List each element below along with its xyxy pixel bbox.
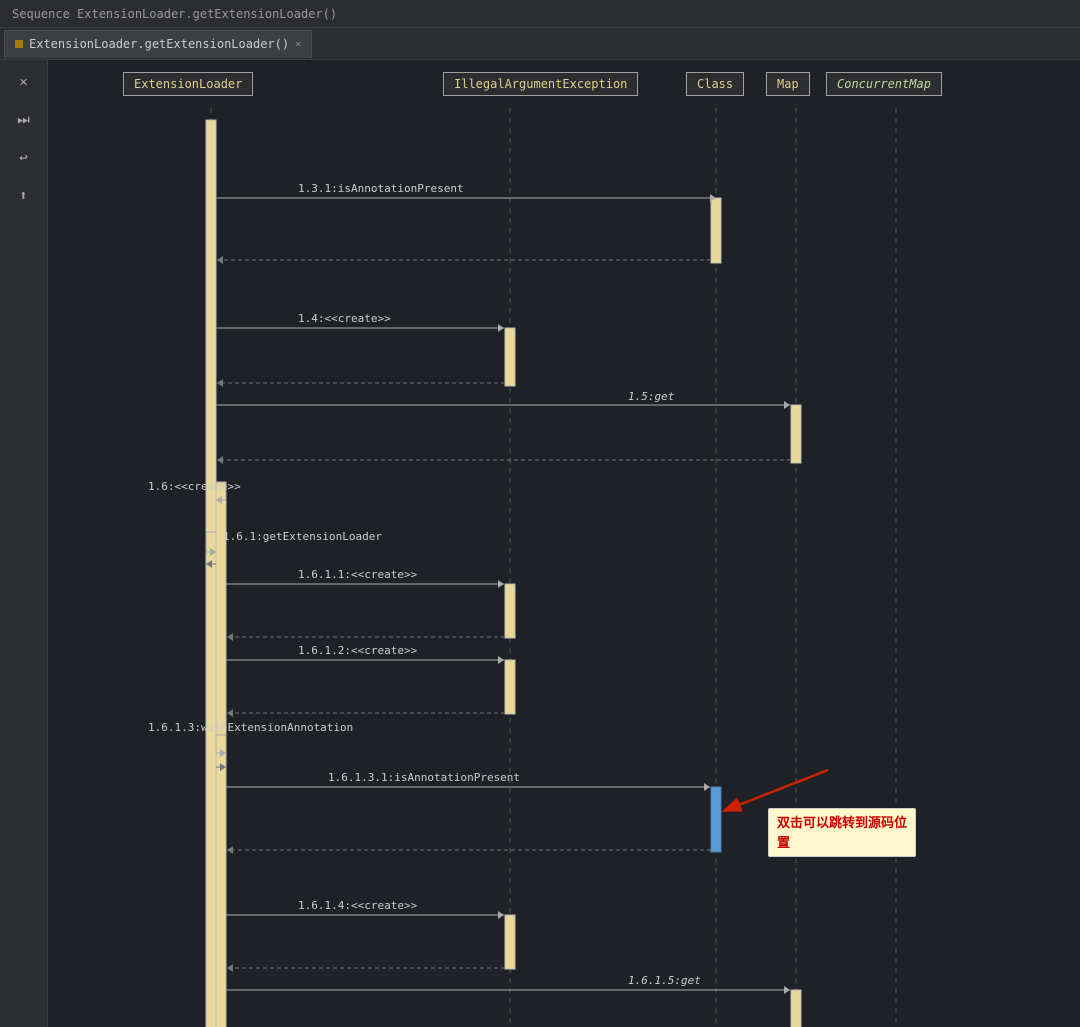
tab-bar: ExtensionLoader.getExtensionLoader() ×: [0, 28, 1080, 60]
lifeline-label: ExtensionLoader: [134, 77, 242, 91]
lifeline-label: Class: [697, 77, 733, 91]
tab-label: ExtensionLoader.getExtensionLoader(): [29, 37, 289, 51]
lifeline-header-extension-loader[interactable]: ExtensionLoader: [123, 72, 253, 96]
sidebar: ✕ ⏭ ↩ ⬆: [0, 60, 48, 1027]
svg-text:1.5:get: 1.5:get: [628, 390, 675, 403]
svg-text:1.6.1.1:<<create>>: 1.6.1.1:<<create>>: [298, 568, 418, 581]
lifeline-label: Map: [777, 77, 799, 91]
svg-text:1.3.1:isAnnotationPresent: 1.3.1:isAnnotationPresent: [298, 182, 464, 195]
svg-text:1.6.1.3.1:isAnnotationPresent: 1.6.1.3.1:isAnnotationPresent: [328, 771, 520, 784]
svg-text:1.6.1.2:<<create>>: 1.6.1.2:<<create>>: [298, 644, 418, 657]
svg-text:1.6.1:getExtensionLoader: 1.6.1:getExtensionLoader: [223, 530, 382, 543]
diagram-canvas: 1.3.1:isAnnotationPresent 1.4:<<create>>…: [48, 60, 1080, 1027]
sequence-diagram-svg: 1.3.1:isAnnotationPresent 1.4:<<create>>…: [48, 60, 1080, 1027]
lifeline-label: IllegalArgumentException: [454, 77, 627, 91]
title-text: Sequence ExtensionLoader.getExtensionLoa…: [12, 7, 337, 21]
svg-text:1.6.1.4:<<create>>: 1.6.1.4:<<create>>: [298, 899, 418, 912]
undo-icon[interactable]: ↩: [10, 144, 38, 172]
main-area: ✕ ⏭ ↩ ⬆: [0, 60, 1080, 1027]
title-bar: Sequence ExtensionLoader.getExtensionLoa…: [0, 0, 1080, 28]
lifeline-header-concurrent-map[interactable]: ConcurrentMap: [826, 72, 942, 96]
svg-text:1.6.1.3:withExtensionAnnotatio: 1.6.1.3:withExtensionAnnotation: [148, 721, 353, 734]
diagram-area: 1.3.1:isAnnotationPresent 1.4:<<create>>…: [48, 60, 1080, 1027]
export-icon[interactable]: ⬆: [10, 182, 38, 210]
lifeline-header-illegal-arg[interactable]: IllegalArgumentException: [443, 72, 638, 96]
lifeline-header-class[interactable]: Class: [686, 72, 744, 96]
step-over-icon[interactable]: ⏭: [10, 106, 38, 134]
tab-close-button[interactable]: ×: [295, 39, 301, 50]
annotation-box: 双击可以跳转到源码位置: [768, 808, 916, 857]
svg-text:1.6:<<create>>: 1.6:<<create>>: [148, 480, 241, 493]
tab-icon: [15, 40, 23, 48]
lifeline-header-map[interactable]: Map: [766, 72, 810, 96]
tab[interactable]: ExtensionLoader.getExtensionLoader() ×: [4, 30, 312, 58]
svg-text:1.4:<<create>>: 1.4:<<create>>: [298, 312, 391, 325]
svg-text:1.6.1.5:get: 1.6.1.5:get: [628, 974, 701, 987]
lifeline-label: ConcurrentMap: [837, 77, 931, 91]
close-icon[interactable]: ✕: [10, 68, 38, 96]
